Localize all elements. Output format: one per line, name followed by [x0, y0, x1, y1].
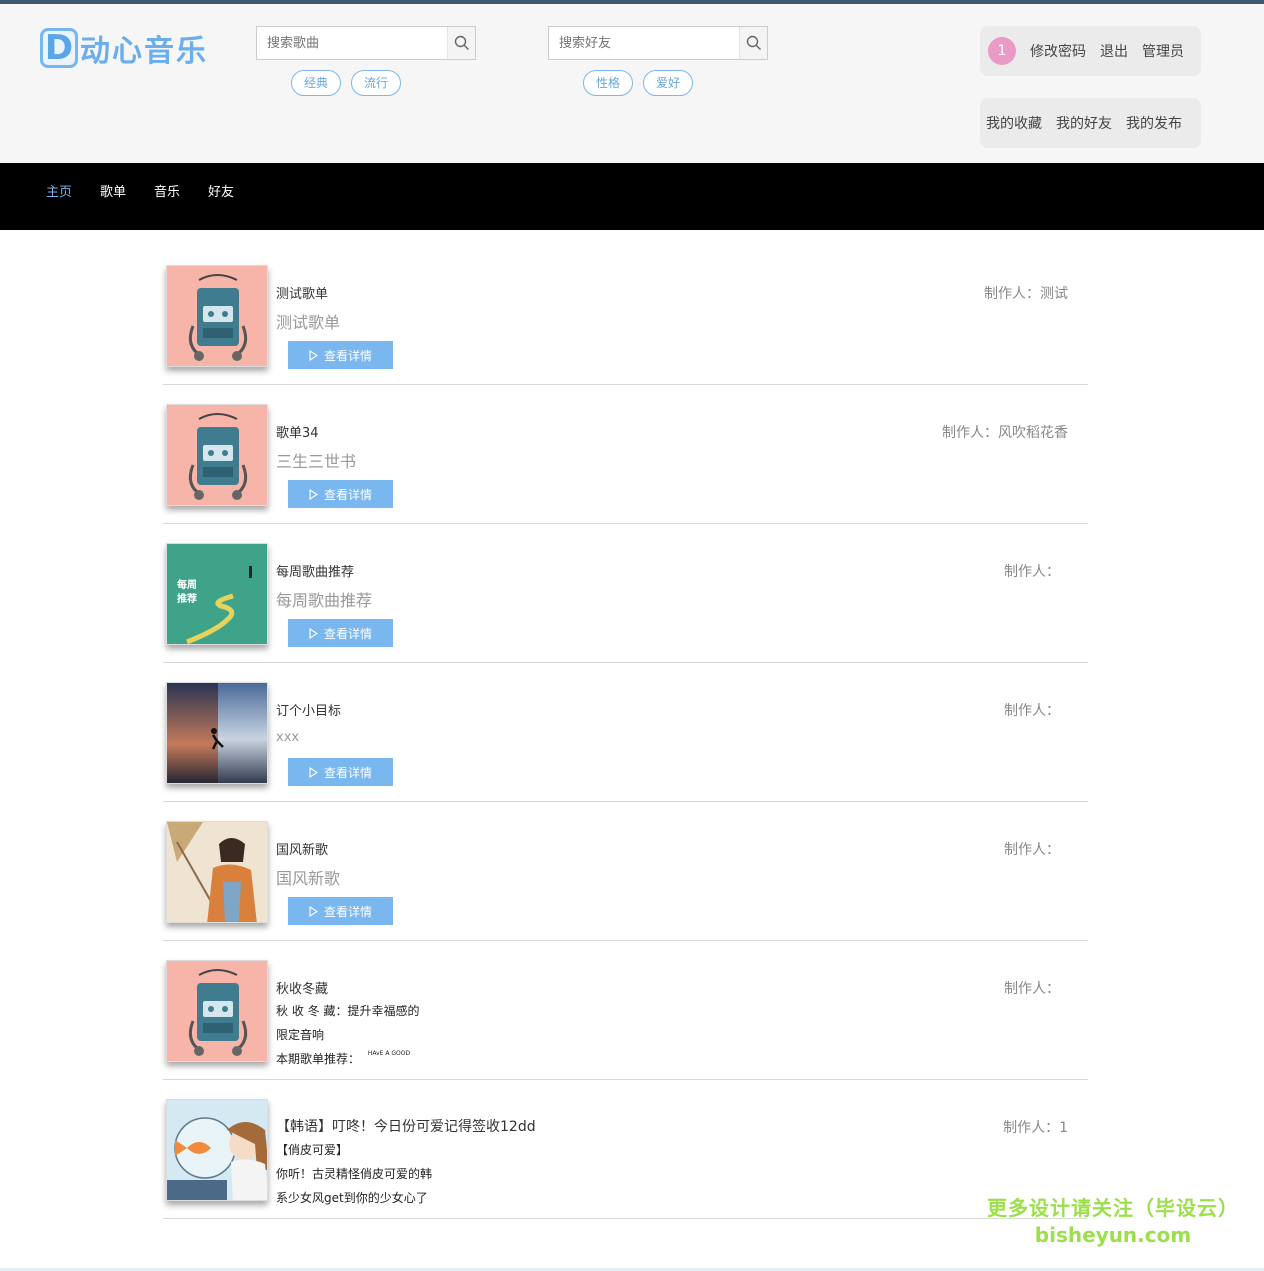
main-nav: 主页 歌单 音乐 好友 — [0, 163, 1264, 230]
notification-badge[interactable]: 1 — [988, 37, 1016, 65]
playlist-row: 国风新歌 国风新歌 查看详情 制作人： — [163, 802, 1088, 941]
watermark-line: bisheyun.com — [1034, 1223, 1192, 1247]
playlist-row: 【韩语】叮咚！今日份可爱记得签收12dd 【俏皮可爱】 你听！古灵精怪俏皮可爱的… — [163, 1080, 1088, 1219]
header: D 动心音乐 经典 流行 性格 爱好 1 修改密码 退出 管理员 我的收藏 我的… — [0, 4, 1264, 163]
playlist-subtitle: xxx — [276, 730, 300, 745]
personal-menu: 我的收藏 我的好友 我的发布 — [980, 98, 1201, 148]
view-details-button[interactable]: 查看详情 — [288, 341, 393, 369]
playlist-row: 秋收冬藏 秋 收 冬 藏：提升幸福感的 限定音响 本期歌单推荐： HAvE A … — [163, 941, 1088, 1080]
nav-item-playlists[interactable]: 歌单 — [100, 181, 126, 200]
playlist-title[interactable]: 秋收冬藏 — [276, 978, 328, 997]
playlist-maker: 制作人： — [1004, 703, 1060, 719]
view-details-button[interactable]: 查看详情 — [288, 897, 393, 925]
play-outline-icon — [309, 627, 318, 639]
playlist-subtitle: 三生三世书 — [276, 452, 357, 471]
cover-text: 每周 — [177, 578, 197, 591]
song-search-input[interactable] — [257, 27, 447, 59]
playlist-subtitle: 国风新歌 — [276, 869, 341, 888]
playlist-title[interactable]: 【韩语】叮咚！今日份可爱记得签收12dd — [276, 1116, 536, 1136]
view-details-button[interactable]: 查看详情 — [288, 758, 393, 786]
admin-link[interactable]: 管理员 — [1142, 41, 1184, 61]
playlist-description-text: 本期歌单推荐： — [276, 1052, 361, 1066]
view-details-label: 查看详情 — [323, 626, 372, 641]
playlist-cover-walkman[interactable] — [166, 265, 268, 367]
play-outline-icon — [309, 349, 318, 361]
playlist-title[interactable]: 国风新歌 — [276, 839, 328, 858]
playlist-maker: 制作人： — [1004, 564, 1060, 580]
playlist-maker: 制作人： — [1004, 981, 1060, 997]
playlist-description-line: 限定音响 — [276, 1028, 325, 1042]
view-details-label: 查看详情 — [323, 765, 372, 780]
playlist-title[interactable]: 歌单34 — [276, 422, 319, 441]
playlist-title[interactable]: 测试歌单 — [276, 283, 328, 302]
logo[interactable]: D 动心音乐 — [40, 28, 208, 69]
tag-hobby[interactable]: 爱好 — [643, 70, 693, 96]
play-outline-icon — [309, 766, 318, 778]
playlist-row: 歌单34 三生三世书 查看详情 制作人：风吹稻花香 — [163, 385, 1088, 524]
search-icon — [454, 35, 469, 50]
cover-text: 推荐 — [177, 592, 197, 605]
view-details-button[interactable]: 查看详情 — [288, 619, 393, 647]
playlist-subtitle: 测试歌单 — [276, 313, 341, 332]
playlist-maker: 制作人：风吹稻花香 — [942, 425, 1068, 441]
view-details-label: 查看详情 — [323, 904, 372, 919]
playlist-subtitle: 每周歌曲推荐 — [276, 591, 373, 610]
friend-search-button[interactable] — [739, 27, 767, 59]
nav-item-music[interactable]: 音乐 — [154, 181, 180, 200]
playlist-description-line: 本期歌单推荐： HAvE A GOOD — [276, 1050, 410, 1067]
playlist-cover-walkman[interactable] — [166, 404, 268, 506]
my-friends-link[interactable]: 我的好友 — [1056, 113, 1112, 133]
view-details-label: 查看详情 — [323, 348, 372, 363]
play-outline-icon — [309, 488, 318, 500]
playlist-maker: 制作人： — [1004, 842, 1060, 858]
friend-search — [548, 26, 768, 60]
playlist-description-line: 【俏皮可爱】 — [276, 1143, 349, 1157]
playlist-description-line: 系少女风get到你的少女心了 — [276, 1191, 428, 1205]
nav-item-friends[interactable]: 好友 — [208, 181, 234, 200]
watermark-line: 更多设计请关注（毕设云） — [987, 1196, 1239, 1220]
playlist-maker: 制作人：测试 — [984, 286, 1068, 302]
playlist-description-line: 秋 收 冬 藏：提升幸福感的 — [276, 1004, 420, 1018]
playlist-maker: 制作人：1 — [1003, 1120, 1068, 1136]
view-details-button[interactable]: 查看详情 — [288, 480, 393, 508]
change-password-link[interactable]: 修改密码 — [1030, 41, 1086, 61]
logout-link[interactable]: 退出 — [1100, 41, 1128, 61]
view-details-label: 查看详情 — [323, 487, 372, 502]
playlist-row: 订个小目标 xxx 查看详情 制作人： — [163, 663, 1088, 802]
playlist-row: 每周 推荐 每周歌曲推荐 每周歌曲推荐 查看详情 制作人： — [163, 524, 1088, 663]
playlist-cover-goldfish[interactable] — [166, 1099, 268, 1201]
logo-text: 动心音乐 — [80, 34, 208, 69]
playlist-list: 测试歌单 测试歌单 查看详情 制作人：测试 歌单34 三生三世书 查看详情 制作… — [163, 246, 1088, 1219]
playlist-cover-walkman[interactable] — [166, 960, 268, 1062]
watermark: 更多设计请关注（毕设云） bisheyun.com — [983, 1192, 1243, 1247]
search-icon — [746, 35, 761, 50]
playlist-cover-guofeng[interactable] — [166, 821, 268, 923]
tag-personality[interactable]: 性格 — [583, 70, 633, 96]
my-posts-link[interactable]: 我的发布 — [1126, 113, 1182, 133]
logo-mark: D — [40, 28, 78, 68]
playlist-cover-runner[interactable] — [166, 682, 268, 784]
friend-search-input[interactable] — [549, 27, 739, 59]
nav-item-home[interactable]: 主页 — [46, 181, 72, 200]
my-favorites-link[interactable]: 我的收藏 — [986, 113, 1042, 133]
playlist-cover-weekly[interactable]: 每周 推荐 — [166, 543, 268, 645]
user-menu: 1 修改密码 退出 管理员 — [980, 26, 1201, 76]
song-search — [256, 26, 476, 60]
playlist-description-line: 你听！古灵精怪俏皮可爱的韩 — [276, 1167, 433, 1181]
play-outline-icon — [309, 905, 318, 917]
playlist-title[interactable]: 订个小目标 — [276, 700, 341, 719]
playlist-row: 测试歌单 测试歌单 查看详情 制作人：测试 — [163, 246, 1088, 385]
tag-pop[interactable]: 流行 — [351, 70, 401, 96]
playlist-description-small-text: HAvE A GOOD — [367, 1050, 411, 1057]
song-search-button[interactable] — [447, 27, 475, 59]
playlist-title[interactable]: 每周歌曲推荐 — [276, 561, 354, 580]
tag-classic[interactable]: 经典 — [291, 70, 341, 96]
